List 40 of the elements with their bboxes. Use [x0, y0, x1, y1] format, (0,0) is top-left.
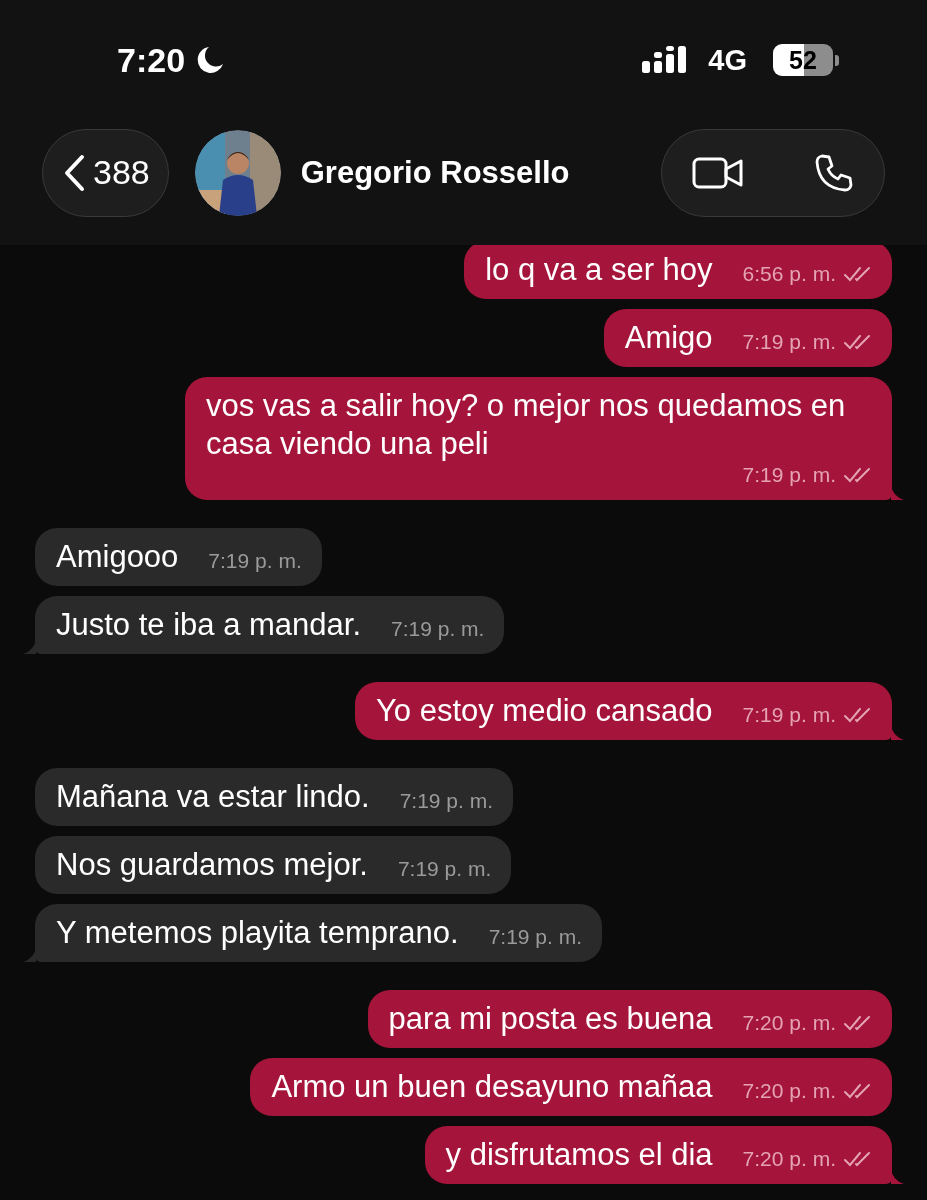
message-text: Y metemos playita temprano.	[56, 914, 459, 952]
message-time: 7:19 p. m.	[391, 617, 485, 641]
message-text: Amigooo	[56, 538, 179, 576]
message-time: 7:19 p. m.	[208, 549, 302, 573]
message-time: 7:20 p. m.	[742, 1079, 836, 1103]
message-time: 7:20 p. m.	[742, 1011, 836, 1035]
message-text: y disfrutamos el dia	[445, 1136, 713, 1174]
chevron-left-icon	[63, 153, 85, 192]
message-time: 7:19 p. m.	[399, 789, 494, 813]
message-text: vos vas a salir hoy? o mejor nos quedamos en casa viendo una peli	[206, 387, 847, 463]
message-text: Yo estoy medio cansado	[375, 692, 713, 730]
signal-icon	[642, 44, 689, 76]
message-text: Amigo	[624, 319, 713, 357]
message-text: Nos guardamos mejor.	[56, 846, 368, 884]
phone-call-icon[interactable]	[814, 152, 854, 193]
message-text: para mi posta es buena	[388, 1000, 713, 1038]
contact-name[interactable]: Gregorio Rossello	[300, 154, 661, 191]
message-text: Mañana va estar lindo.	[56, 778, 370, 816]
double-check-icon	[844, 1015, 872, 1031]
message-time: 7:19 p. m.	[397, 857, 492, 881]
video-call-icon[interactable]	[692, 155, 744, 190]
double-check-icon	[844, 467, 872, 483]
double-check-icon	[844, 334, 872, 350]
message-time: 7:19 p. m.	[488, 925, 582, 949]
double-check-icon	[844, 266, 872, 282]
double-check-icon	[844, 1151, 872, 1167]
message-text: Justo te iba a mandar.	[56, 606, 362, 644]
message-time: 6:56 p. m.	[742, 262, 836, 286]
message-text: Armo un buen desayuno mañaa	[271, 1068, 713, 1106]
double-check-icon	[844, 1083, 872, 1099]
clock-time: 7:20	[117, 40, 186, 80]
message-time: 7:19 p. m.	[742, 463, 836, 487]
message-time: 7:19 p. m.	[742, 703, 836, 727]
message-time: 7:19 p. m.	[742, 330, 836, 354]
back-button[interactable]: 388	[42, 128, 169, 217]
double-check-icon	[844, 707, 872, 723]
message-time: 7:20 p. m.	[742, 1147, 836, 1171]
message-text: lo q va a ser hoy	[485, 251, 713, 289]
moon-icon	[195, 45, 226, 75]
network-type: 4G	[708, 43, 747, 77]
